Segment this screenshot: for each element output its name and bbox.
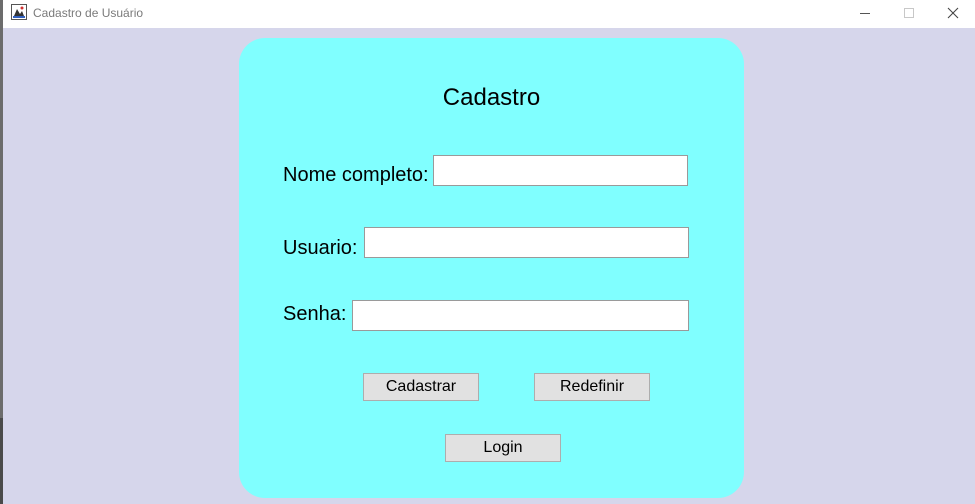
form-title: Cadastro [442, 84, 541, 111]
reset-button[interactable]: Redefinir [534, 373, 650, 401]
username-label: Usuario: [283, 237, 358, 259]
maximize-button[interactable] [887, 0, 931, 26]
window-client-area: Cadastro Nome completo: Usuario: Senha: … [3, 28, 975, 504]
login-button[interactable]: Login [445, 434, 561, 462]
window-title: Cadastro de Usuário [33, 6, 144, 20]
register-button[interactable]: Cadastrar [363, 373, 479, 401]
close-icon [947, 7, 959, 19]
minimize-icon [860, 13, 870, 14]
username-input[interactable] [364, 227, 689, 258]
close-button[interactable] [931, 0, 975, 26]
java-app-icon[interactable] [11, 4, 27, 20]
registration-panel: Cadastro Nome completo: Usuario: Senha: … [239, 38, 744, 498]
maximize-icon [904, 8, 914, 18]
password-label: Senha: [283, 303, 347, 325]
title-bar[interactable]: Cadastro de Usuário [3, 0, 975, 28]
app-window: Cadastro de Usuário Cadastro Nome comple… [0, 0, 975, 504]
password-input[interactable] [352, 300, 689, 331]
minimize-button[interactable] [843, 0, 887, 26]
full-name-input[interactable] [433, 155, 688, 186]
full-name-label: Nome completo: [283, 164, 429, 186]
